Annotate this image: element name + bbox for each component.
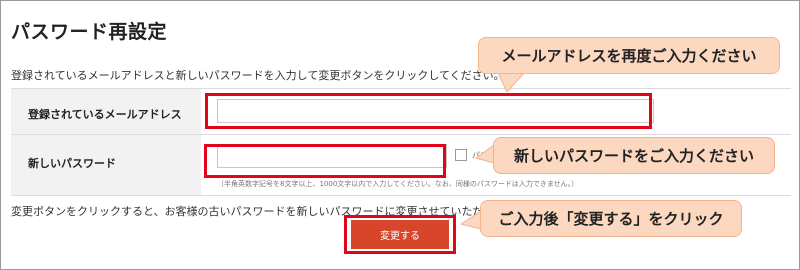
submit-highlight-box (344, 215, 456, 254)
password-label-cell: 新しいパスワード (11, 135, 201, 195)
email-label-cell: 登録されているメールアドレス (11, 89, 201, 134)
callout-submit: ご入力後「変更する」をクリック (480, 200, 742, 237)
email-label: 登録されているメールアドレス (28, 108, 182, 121)
intro-text: 登録されているメールアドレスと新しいパスワードを入力して変更ボタンをクリックして… (11, 69, 505, 82)
callout-email: メールアドレスを再度ご入力ください (478, 37, 780, 74)
password-highlight-box (204, 144, 446, 178)
email-highlight-box (205, 93, 652, 129)
password-note: （半角英数字記号を8文字以上、1000文字以内で入力してください。なお、同様のパ… (217, 180, 579, 188)
show-password-checkbox[interactable] (455, 149, 467, 161)
password-label: 新しいパスワード (28, 157, 116, 170)
callout-password: 新しいパスワードをご入力ください (493, 137, 775, 174)
page-title: パスワード再設定 (11, 21, 168, 43)
